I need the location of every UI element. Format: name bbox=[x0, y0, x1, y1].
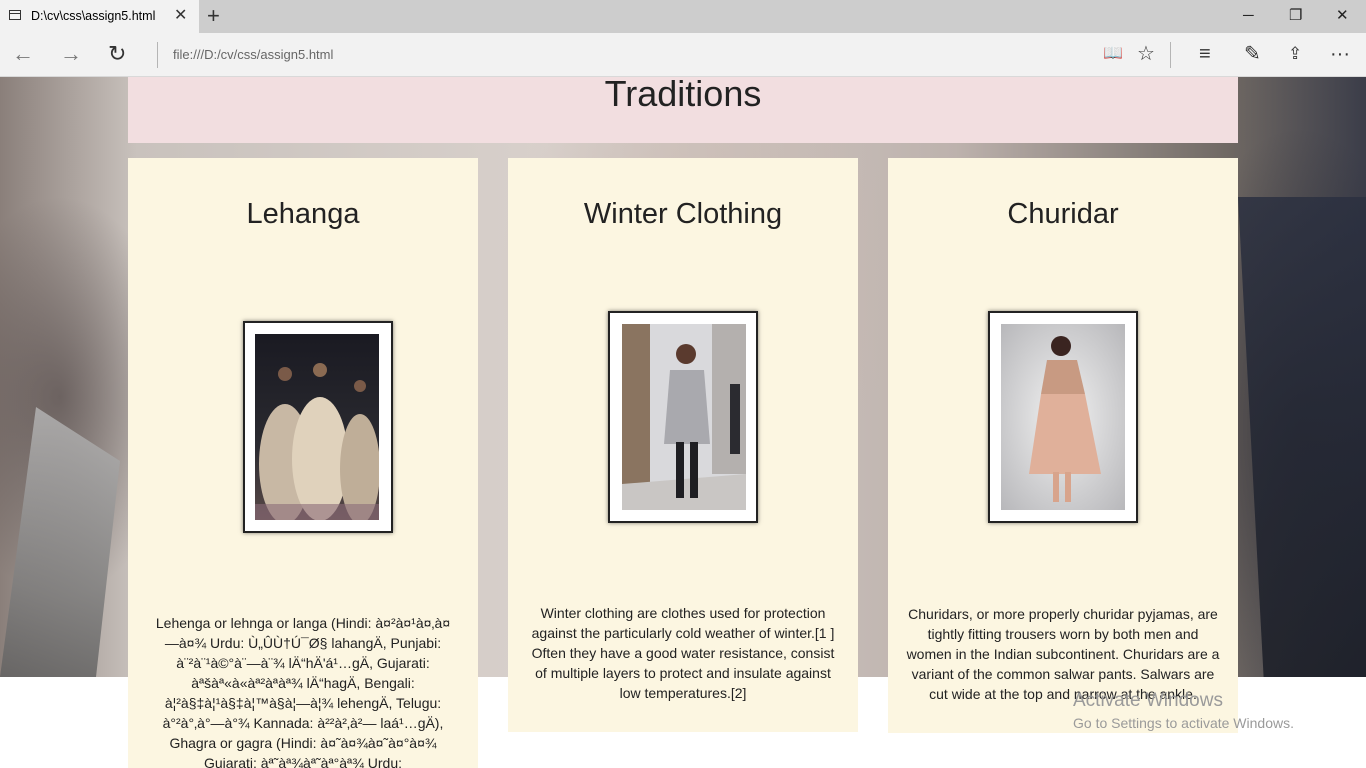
winter-photo bbox=[622, 324, 746, 510]
churidar-image-frame bbox=[988, 311, 1138, 523]
minimize-button[interactable]: ─ bbox=[1243, 6, 1254, 26]
tab-close-icon[interactable]: ✕ bbox=[174, 6, 187, 26]
reading-view-icon[interactable]: 📖 bbox=[1103, 42, 1123, 66]
more-icon[interactable]: ··· bbox=[1330, 42, 1350, 66]
toolbar-divider bbox=[1170, 42, 1171, 68]
card-heading: Winter Clothing bbox=[583, 198, 783, 230]
close-window-button[interactable]: ✕ bbox=[1336, 6, 1349, 26]
tab-title: D:\cv\css\assign5.html bbox=[31, 9, 156, 23]
card-winter-clothing: Winter Clothing Winter clothing are clot… bbox=[508, 158, 858, 732]
card-churidar: Churidar Churidars, or more properly chu… bbox=[888, 158, 1238, 733]
lehanga-photo bbox=[255, 334, 379, 520]
new-tab-button[interactable]: + bbox=[207, 4, 220, 28]
churidar-photo bbox=[1001, 324, 1125, 510]
page-viewport: Traditions Lehanga Lehenga or lehnga or … bbox=[0, 77, 1366, 768]
card-lehanga: Lehanga Lehenga or lehnga or langa (Hind… bbox=[128, 158, 478, 768]
web-note-icon[interactable]: ✎ bbox=[1244, 42, 1261, 66]
card-text: Churidars, or more properly churidar pyj… bbox=[906, 606, 1220, 702]
activate-windows-title: Activate Windows bbox=[1073, 690, 1223, 711]
card-text: Winter clothing are clothes used for pro… bbox=[531, 605, 835, 701]
share-icon[interactable]: ⇪ bbox=[1288, 42, 1302, 66]
forward-button[interactable]: → bbox=[60, 42, 82, 66]
lehanga-image-frame bbox=[243, 321, 393, 533]
back-button[interactable]: ← bbox=[12, 42, 34, 66]
address-bar[interactable]: file:///D:/cv/css/assign5.html bbox=[173, 47, 333, 62]
page-icon bbox=[9, 10, 21, 20]
address-divider bbox=[157, 42, 158, 68]
restore-button[interactable]: ❐ bbox=[1289, 6, 1302, 26]
activate-windows-subtitle: Go to Settings to activate Windows. bbox=[1073, 715, 1294, 731]
hub-icon[interactable]: ≡ bbox=[1199, 42, 1211, 66]
winter-image-frame bbox=[608, 311, 758, 523]
card-heading: Lehanga bbox=[246, 198, 360, 230]
page-title: Traditions bbox=[604, 77, 762, 114]
tab-bar: D:\cv\css\assign5.html ✕ + ─ ❐ ✕ bbox=[0, 0, 1366, 33]
page-header: Traditions bbox=[128, 77, 1238, 143]
refresh-button[interactable]: ↻ bbox=[108, 42, 126, 66]
browser-toolbar: ← → ↻ file:///D:/cv/css/assign5.html 📖 ☆… bbox=[0, 33, 1366, 77]
card-heading: Churidar bbox=[1007, 198, 1119, 230]
favorite-star-icon[interactable]: ☆ bbox=[1137, 42, 1155, 66]
card-text: Lehenga or lehnga or langa (Hindi: à¤²à¤… bbox=[155, 615, 451, 768]
tab-active[interactable]: D:\cv\css\assign5.html ✕ bbox=[0, 0, 199, 33]
